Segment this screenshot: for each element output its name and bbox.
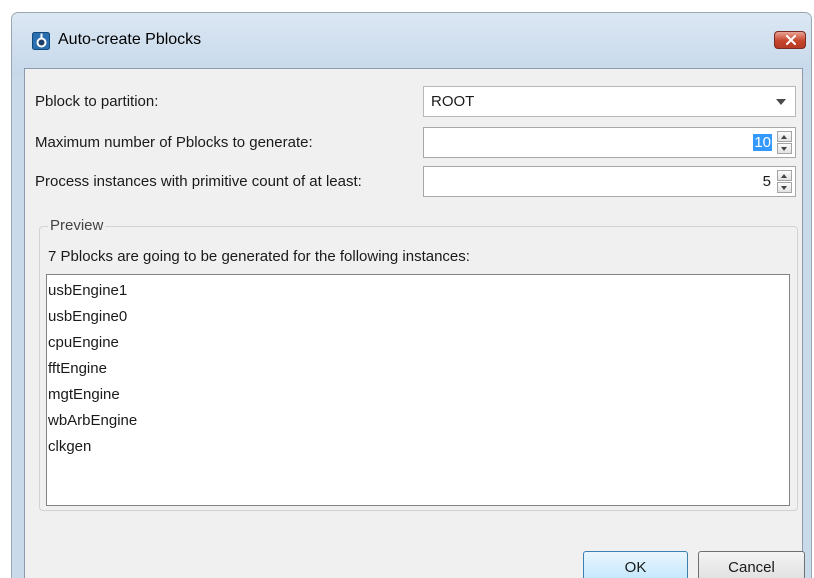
preview-description: 7 Pblocks are going to be generated for … xyxy=(48,248,470,265)
preview-legend: Preview xyxy=(48,217,106,234)
ok-button[interactable]: OK xyxy=(583,551,688,578)
list-item[interactable]: usbEngine0 xyxy=(47,307,789,333)
instance-list[interactable]: usbEngine1 usbEngine0 cpuEngine fftEngin… xyxy=(46,274,790,506)
spin-up-icon[interactable] xyxy=(777,131,792,142)
dialog-title: Auto-create Pblocks xyxy=(58,31,202,48)
cancel-button[interactable]: Cancel xyxy=(698,551,805,578)
list-item[interactable]: fftEngine xyxy=(47,359,789,385)
pblock-partition-dropdown[interactable]: ROOT xyxy=(423,86,796,117)
spin-down-icon[interactable] xyxy=(777,143,792,154)
preview-group: Preview 7 Pblocks are going to be genera… xyxy=(39,217,798,511)
dialog-content: Pblock to partition: ROOT Maximum number… xyxy=(24,68,805,578)
close-icon xyxy=(786,35,796,45)
chevron-down-icon[interactable] xyxy=(776,99,786,105)
pblock-partition-value: ROOT xyxy=(431,93,475,110)
list-item[interactable]: usbEngine1 xyxy=(47,281,789,307)
list-item[interactable]: wbArbEngine xyxy=(47,411,789,437)
list-item[interactable]: cpuEngine xyxy=(47,333,789,359)
max-pblocks-value[interactable]: 10 xyxy=(753,134,772,151)
max-pblocks-spin-buttons xyxy=(777,131,792,154)
primitive-count-label: Process instances with primitive count o… xyxy=(35,173,362,190)
vivado-app-icon xyxy=(32,32,50,50)
primitive-count-value[interactable]: 5 xyxy=(762,173,772,190)
pblock-partition-label: Pblock to partition: xyxy=(35,93,159,110)
primitive-count-spinner[interactable]: 5 xyxy=(423,166,796,197)
spin-down-icon[interactable] xyxy=(777,182,792,193)
max-pblocks-spinner[interactable]: 10 xyxy=(423,127,796,158)
spin-up-icon[interactable] xyxy=(777,170,792,181)
list-item[interactable]: mgtEngine xyxy=(47,385,789,411)
primitive-count-spin-buttons xyxy=(777,170,792,193)
close-button[interactable] xyxy=(774,31,806,49)
max-pblocks-label: Maximum number of Pblocks to generate: xyxy=(35,134,313,151)
dialog-window: Auto-create Pblocks Pblock to partition:… xyxy=(11,12,812,578)
title-bar[interactable]: Auto-create Pblocks xyxy=(12,13,811,75)
list-item[interactable]: clkgen xyxy=(47,437,789,463)
